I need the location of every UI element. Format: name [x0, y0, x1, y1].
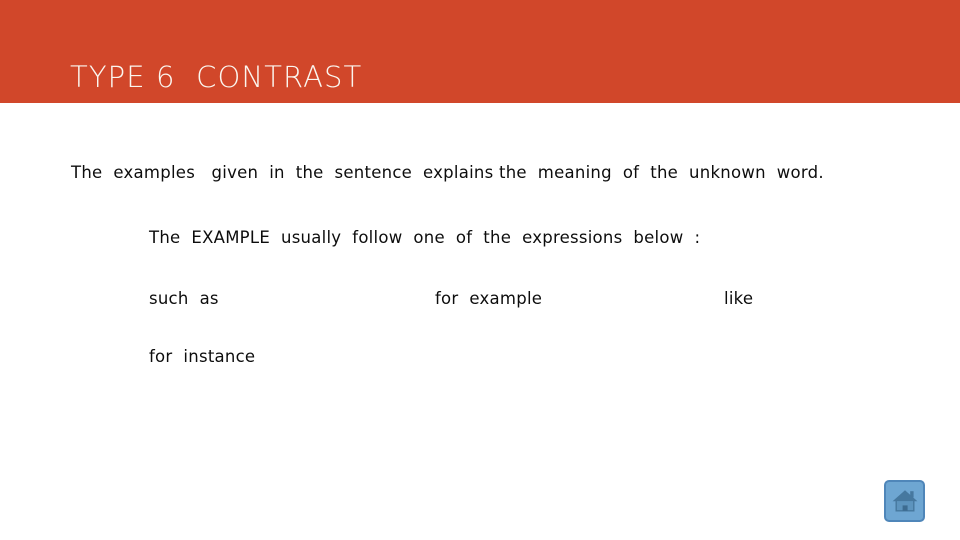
lead-paragraph: The EXAMPLE usually follow one of the ex…	[149, 228, 701, 247]
slide: TYPE 6 CONTRAST The examples given in th…	[0, 0, 960, 540]
expression-item: like	[724, 289, 754, 308]
expression-row: for instance	[0, 345, 960, 369]
expression-row: such as for example like	[0, 287, 960, 311]
expression-item: for example	[435, 289, 543, 308]
expression-item: such as	[149, 289, 219, 308]
home-icon	[891, 488, 919, 514]
home-button[interactable]	[884, 480, 925, 522]
intro-paragraph: The examples given in the sentence expla…	[71, 163, 824, 182]
page-title: TYPE 6 CONTRAST	[70, 60, 363, 94]
expression-item: for instance	[149, 347, 256, 366]
